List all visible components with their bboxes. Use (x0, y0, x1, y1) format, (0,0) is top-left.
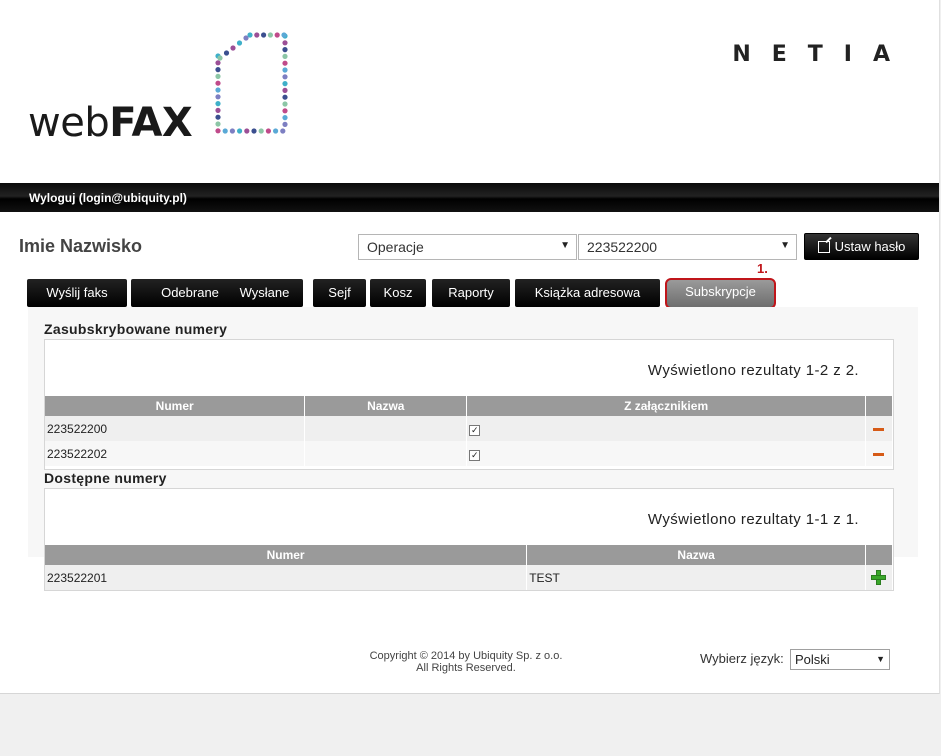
logout-link[interactable]: Wyloguj (login@ubiquity.pl) (29, 191, 187, 205)
dropdown-arrow-icon: ▼ (560, 240, 570, 251)
tab-reports[interactable]: Raporty (432, 279, 510, 307)
available-table: Numer Nazwa 223522201 TEST (45, 545, 894, 590)
cell-attachment: ✓ (466, 416, 866, 441)
cell-action (865, 565, 894, 590)
cell-numer: 223522201 (45, 565, 528, 590)
cell-numer: 223522200 (45, 416, 306, 441)
dropdown-arrow-icon: ▼ (780, 240, 790, 251)
cell-attachment: ✓ (466, 441, 866, 466)
copyright-text: Copyright © 2014 by Ubiquity Sp. z o.o. … (360, 650, 572, 674)
column-header-numer[interactable]: Numer (45, 396, 306, 416)
cell-action (865, 441, 894, 466)
language-select-value: Polski (795, 652, 830, 667)
page: webFAX NETIA Wyloguj (login@ubiquity.pl)… (0, 0, 940, 694)
available-numbers-box: Wyświetlono rezultaty 1-1 z 1. Numer Naz… (44, 488, 894, 591)
minus-icon[interactable] (873, 427, 885, 431)
rights-line: All Rights Reserved. (416, 662, 516, 674)
language-label: Wybierz język: (700, 651, 784, 666)
table-row: 223522200 ✓ (45, 416, 894, 441)
set-password-label: Ustaw hasło (834, 239, 906, 254)
cell-action (865, 416, 894, 441)
cell-nazwa (304, 416, 468, 441)
tab-send-fax[interactable]: Wyślij faks (27, 279, 127, 307)
tab-sent[interactable]: Wysłane (226, 279, 303, 307)
user-name: Imie Nazwisko (19, 236, 143, 256)
brand-logo: NETIA (732, 42, 911, 67)
column-header-actions (865, 545, 894, 565)
number-select[interactable]: 223522200 ▼ (578, 234, 797, 260)
cell-numer: 223522202 (45, 441, 306, 466)
edit-icon (817, 240, 830, 253)
subscribed-results-count: Wyświetlono rezultaty 1-2 z 2. (647, 362, 859, 379)
cell-nazwa (304, 441, 468, 466)
column-header-nazwa[interactable]: Nazwa (526, 545, 866, 565)
operations-select-value: Operacje (367, 239, 424, 255)
dropdown-arrow-icon: ▼ (876, 654, 885, 664)
tab-address-book[interactable]: Książka adresowa (515, 279, 660, 307)
copyright-line: Copyright © 2014 by Ubiquity Sp. z o.o. (369, 650, 563, 662)
available-results-count: Wyświetlono rezultaty 1-1 z 1. (647, 511, 859, 528)
column-header-attachment[interactable]: Z załącznikiem (466, 396, 866, 416)
step-marker: 1. (757, 261, 768, 276)
language-select[interactable]: Polski ▼ (790, 649, 890, 670)
column-header-nazwa[interactable]: Nazwa (304, 396, 468, 416)
subscribed-numbers-box: Wyświetlono rezultaty 1-2 z 2. Numer Naz… (44, 339, 894, 470)
column-header-numer[interactable]: Numer (45, 545, 528, 565)
subscribed-table: Numer Nazwa Z załącznikiem 223522200 ✓ 2… (45, 396, 894, 466)
available-section-title: Dostępne numery (44, 470, 167, 486)
subscribed-section-title: Zasubskrybowane numery (44, 321, 228, 337)
tab-safe[interactable]: Sejf (313, 279, 366, 307)
tab-subscriptions[interactable]: Subskrypcje (665, 278, 776, 309)
minus-icon[interactable] (873, 452, 885, 456)
webfax-logo: webFAX (28, 100, 193, 146)
tab-trash[interactable]: Kosz (370, 279, 426, 307)
top-bar: Wyloguj (login@ubiquity.pl) (0, 183, 939, 212)
operations-select[interactable]: Operacje ▼ (358, 234, 577, 260)
table-row: 223522201 TEST (45, 565, 894, 590)
attachment-checkbox[interactable]: ✓ (469, 449, 481, 461)
table-row: 223522202 ✓ (45, 441, 894, 466)
number-select-value: 223522200 (587, 239, 658, 255)
plus-icon[interactable] (871, 570, 887, 586)
logo-dots-graphic (215, 32, 288, 134)
cell-nazwa: TEST (526, 565, 866, 590)
column-header-actions (865, 396, 894, 416)
attachment-checkbox[interactable]: ✓ (469, 424, 481, 436)
set-password-button[interactable]: Ustaw hasło (804, 233, 919, 260)
